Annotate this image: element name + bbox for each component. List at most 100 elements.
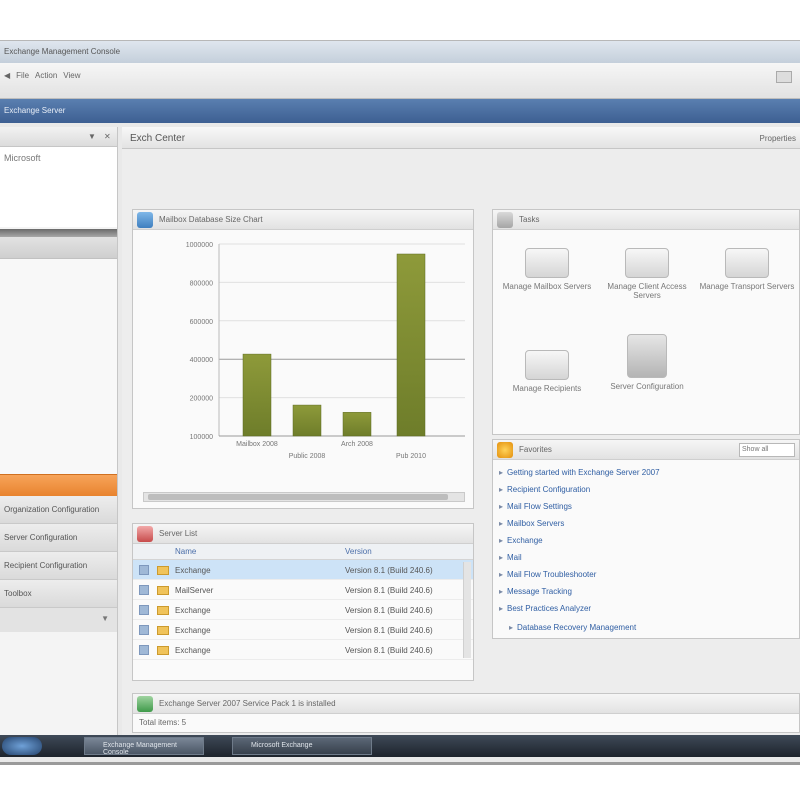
favorite-link[interactable]: Mail (499, 553, 522, 562)
column-header-name[interactable]: Name (175, 547, 196, 556)
favorite-link[interactable]: Exchange (499, 536, 543, 545)
back-icon[interactable]: ◀ (4, 71, 10, 80)
task-manage-transport[interactable]: Manage Transport Servers (697, 248, 797, 291)
server-list-title: Server List (159, 529, 198, 538)
y-tick-label: 400000 (190, 357, 213, 364)
taskbar-button-label: Microsoft Exchange (251, 742, 313, 749)
task-label: Manage Transport Servers (699, 282, 795, 291)
favorite-link[interactable]: Best Practices Analyzer (499, 604, 591, 613)
navigation-tree: Microsoft (0, 147, 117, 227)
column-header-version[interactable]: Version (345, 547, 372, 556)
menu-file[interactable]: File (16, 71, 29, 80)
status-check-icon (137, 696, 153, 712)
menu-view[interactable]: View (63, 71, 80, 80)
row-name: Exchange (175, 566, 211, 575)
favorite-link[interactable]: Getting started with Exchange Server 200… (499, 468, 660, 477)
chart-panel-title: Mailbox Database Size Chart (159, 215, 263, 224)
task-manage-client-access[interactable]: Manage Client Access Servers (597, 248, 697, 300)
toolbar-nav: ◀ File Action View (4, 71, 80, 80)
bar (396, 253, 426, 437)
database-icon (137, 212, 153, 228)
status-panel-header: Exchange Server 2007 Service Pack 1 is i… (133, 694, 799, 714)
menu-action[interactable]: Action (35, 71, 57, 80)
nav-item-recipient[interactable]: Recipient Configuration (0, 552, 117, 580)
window-shadow (0, 762, 800, 765)
transport-server-icon (725, 248, 769, 278)
row-version: Version 8.1 (Build 240.6) (345, 566, 433, 575)
status-subtitle: Total items: 5 (139, 718, 187, 727)
main-content: Exch Center Properties Mailbox Database … (122, 127, 800, 742)
client-access-icon (625, 248, 669, 278)
recipients-icon (525, 350, 569, 380)
task-manage-recipients[interactable]: Manage Recipients (497, 350, 597, 393)
favorite-link[interactable]: Mailbox Servers (499, 519, 564, 528)
favorite-link[interactable]: Mail Flow Settings (499, 502, 572, 511)
nav-item-server[interactable]: Server Configuration (0, 524, 117, 552)
taskbar-button-console[interactable]: Exchange Management Console (84, 737, 204, 756)
task-label: Manage Client Access Servers (607, 282, 687, 300)
help-button[interactable] (776, 71, 792, 83)
mailbox-server-icon (525, 248, 569, 278)
bar (342, 412, 372, 437)
server-icon (139, 645, 149, 655)
navigation-section-header (0, 237, 117, 259)
navigation-pane-header: ▼ ✕ (0, 127, 117, 147)
server-icon (139, 585, 149, 595)
chart-scrollbar[interactable] (143, 492, 465, 502)
task-label: Manage Recipients (512, 384, 582, 393)
row-version: Version 8.1 (Build 240.6) (345, 626, 433, 635)
x-tick-label: Arch 2008 (341, 441, 373, 448)
table-row[interactable]: MailServer Version 8.1 (Build 240.6) (133, 580, 473, 600)
grid-column-headers: Name Version (133, 544, 473, 560)
folder-icon (157, 626, 169, 635)
table-row[interactable]: Exchange Version 8.1 (Build 240.6) (133, 560, 473, 580)
nav-item-toolbox[interactable]: Toolbox (0, 580, 117, 608)
table-row[interactable]: Exchange Version 8.1 (Build 240.6) (133, 640, 473, 660)
nav-item-organization[interactable]: Organization Configuration (0, 496, 117, 524)
tasks-icon (497, 212, 513, 228)
start-button[interactable] (2, 737, 42, 755)
y-tick-label: 600000 (190, 319, 213, 326)
table-row[interactable]: Exchange Version 8.1 (Build 240.6) (133, 620, 473, 640)
navigation-footer: ▼ (0, 608, 117, 632)
favorite-link[interactable]: Database Recovery Management (509, 623, 636, 632)
row-name: MailServer (175, 586, 214, 595)
tasks-panel: Tasks Manage Mailbox Servers Manage Clie… (492, 209, 800, 435)
task-server-configuration[interactable]: Server Configuration (597, 334, 697, 391)
grid-scrollbar[interactable] (463, 562, 471, 658)
row-version: Version 8.1 (Build 240.6) (345, 646, 433, 655)
y-tick-label: 100000 (190, 434, 213, 441)
navigation-selected-section[interactable] (0, 474, 117, 496)
close-icon[interactable]: ✕ (104, 132, 111, 141)
tree-item[interactable]: Microsoft (4, 153, 113, 163)
y-tick-label: 1000000 (186, 242, 213, 249)
favorite-link[interactable]: Mail Flow Troubleshooter (499, 570, 596, 579)
app-window: Exchange Management Console ◀ File Actio… (0, 40, 800, 762)
taskbar-button-label: Exchange Management Console (103, 742, 177, 756)
navigation-section-body (0, 259, 117, 474)
favorite-link[interactable]: Recipient Configuration (499, 485, 590, 494)
chart-scrollbar-thumb[interactable] (148, 494, 448, 500)
tasks-title: Tasks (519, 215, 540, 224)
window-titlebar: Exchange Management Console (0, 41, 800, 63)
row-name: Exchange (175, 626, 211, 635)
favorites-panel: Favorites Show all Getting started with … (492, 439, 800, 639)
favorite-link[interactable]: Message Tracking (499, 587, 572, 596)
properties-link[interactable]: Properties (760, 134, 796, 143)
task-manage-mailbox[interactable]: Manage Mailbox Servers (497, 248, 597, 291)
table-row[interactable]: Exchange Version 8.1 (Build 240.6) (133, 600, 473, 620)
chart-panel: Mailbox Database Size Chart 1000000 80000… (132, 209, 474, 509)
expand-icon[interactable]: ▼ (101, 614, 109, 623)
row-name: Exchange (175, 646, 211, 655)
folder-icon (157, 586, 169, 595)
window-title: Exchange Management Console (4, 47, 121, 56)
collapse-icon[interactable]: ▼ (88, 132, 96, 141)
folder-icon (157, 606, 169, 615)
row-version: Version 8.1 (Build 240.6) (345, 606, 433, 615)
content-header: Exch Center Properties (122, 127, 800, 149)
page-title: Exch Center (130, 133, 186, 144)
taskbar-button-exchange[interactable]: Microsoft Exchange (232, 737, 372, 755)
favorites-filter-dropdown[interactable]: Show all (739, 443, 795, 457)
folder-icon (157, 566, 169, 575)
favorites-panel-header: Favorites Show all (493, 440, 799, 460)
